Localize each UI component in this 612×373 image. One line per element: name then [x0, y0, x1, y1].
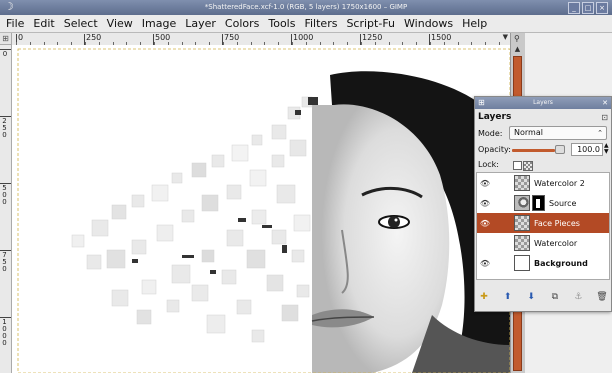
hruler-label: 1250: [362, 33, 383, 42]
duplicate-layer-icon[interactable]: ⧉: [548, 290, 562, 304]
close-button[interactable]: ×: [596, 2, 608, 14]
hruler-label: 1000: [293, 33, 314, 42]
window-controls: _ □ ×: [568, 2, 608, 14]
lower-layer-icon[interactable]: ⬇: [524, 290, 538, 304]
layer-row-watercolor[interactable]: Watercolor: [477, 233, 609, 253]
visibility-eye-icon[interactable]: 👁: [477, 199, 493, 208]
hruler-label: 500: [155, 33, 171, 42]
opacity-spinner-icon[interactable]: ▲ ▼: [604, 143, 609, 155]
menu-filters[interactable]: Filters: [301, 15, 340, 32]
visibility-eye-icon[interactable]: 👁: [477, 179, 493, 188]
vertical-ruler[interactable]: 0 250 500 750 1000: [0, 45, 12, 373]
layer-thumbnail: [514, 235, 530, 251]
menubar: File Edit Select View Image Layer Colors…: [0, 15, 612, 33]
visibility-eye-icon[interactable]: 👁: [477, 219, 493, 228]
lock-alpha-icon: [523, 161, 533, 171]
layer-name: Watercolor 2: [534, 178, 585, 188]
window-titlebar: ☽ *ShatteredFace.xcf-1.0 (RGB, 5 layers)…: [0, 0, 612, 15]
scroll-up-arrow[interactable]: ▲: [513, 45, 522, 54]
tab-menu-icon[interactable]: ⊡: [601, 113, 608, 122]
opacity-slider-handle[interactable]: [555, 145, 565, 154]
mode-label: Mode:: [478, 129, 503, 138]
menu-tools[interactable]: Tools: [265, 15, 298, 32]
visibility-eye-icon[interactable]: 👁: [477, 259, 493, 268]
layer-thumbnail: [514, 175, 530, 191]
delete-layer-icon[interactable]: 🗑: [595, 290, 609, 304]
layers-toolbar: ✚ ⬆ ⬇ ⧉ ⚓ 🗑: [477, 289, 609, 305]
chevron-updown-icon: ⌃: [597, 129, 603, 137]
hruler-label: 0: [18, 33, 24, 42]
dock-app-icon: ⊞: [478, 98, 485, 107]
layer-name: Background: [534, 258, 588, 268]
layer-row-source[interactable]: 👁 Source: [477, 193, 609, 213]
new-layer-icon[interactable]: ✚: [477, 290, 491, 304]
layer-row-background[interactable]: 👁 Background: [477, 253, 609, 273]
navigate-icon[interactable]: ▼: [503, 33, 508, 41]
menu-help[interactable]: Help: [459, 15, 490, 32]
lock-alpha-checkbox[interactable]: [513, 161, 522, 170]
layers-dock: ⊞ Layers ✕ Layers ⊡ Mode: Normal ⌃ Opaci…: [474, 96, 612, 312]
layer-name: Watercolor: [534, 238, 578, 248]
maximize-button[interactable]: □: [582, 2, 594, 14]
hruler-label: 250: [86, 33, 102, 42]
layer-thumbnail: [514, 195, 530, 211]
anchor-layer-icon[interactable]: ⚓: [571, 290, 585, 304]
window-title: *ShatteredFace.xcf-1.0 (RGB, 5 layers) 1…: [204, 3, 408, 11]
opacity-slider[interactable]: [512, 149, 555, 152]
layer-name: Face Pieces: [534, 218, 580, 228]
mode-dropdown[interactable]: Normal ⌃: [509, 126, 607, 140]
dock-title: Layers: [533, 99, 553, 106]
menu-image[interactable]: Image: [139, 15, 179, 32]
menu-colors[interactable]: Colors: [222, 15, 262, 32]
menu-layer[interactable]: Layer: [182, 15, 219, 32]
layer-list: 👁 Watercolor 2 👁 Source 👁 Face Pieces Wa…: [476, 172, 610, 280]
layer-name: Source: [549, 198, 577, 208]
zoom-image-icon[interactable]: ⚲: [514, 34, 520, 43]
quick-mask-toggle[interactable]: ⊞: [0, 33, 12, 45]
raise-layer-icon[interactable]: ⬆: [501, 290, 515, 304]
mode-value: Normal: [514, 128, 543, 137]
image-canvas[interactable]: [12, 45, 510, 373]
hruler-label: 750: [224, 33, 240, 42]
dock-close-icon[interactable]: ✕: [602, 97, 608, 109]
minimize-button[interactable]: _: [568, 2, 580, 14]
vruler-label: 250: [2, 117, 7, 139]
layers-header: Layers: [478, 112, 512, 122]
lock-label: Lock:: [478, 160, 499, 169]
menu-select[interactable]: Select: [61, 15, 101, 32]
menu-view[interactable]: View: [104, 15, 136, 32]
menu-file[interactable]: File: [3, 15, 27, 32]
vruler-label: 500: [2, 184, 7, 206]
hruler-label: 1500: [431, 33, 452, 42]
dock-titlebar[interactable]: ⊞ Layers ✕: [475, 97, 611, 109]
layer-mask-thumbnail: [532, 195, 545, 211]
layer-row-watercolor-2[interactable]: 👁 Watercolor 2: [477, 173, 609, 193]
vruler-label: 0: [2, 50, 8, 58]
gimp-app-icon[interactable]: ☽: [4, 1, 14, 13]
menu-windows[interactable]: Windows: [401, 15, 456, 32]
vruler-label: 750: [2, 251, 7, 273]
layer-row-face-pieces[interactable]: 👁 Face Pieces: [477, 213, 609, 233]
opacity-label: Opacity:: [478, 145, 511, 154]
layer-thumbnail: [514, 215, 530, 231]
opacity-input[interactable]: 100.0: [571, 143, 603, 156]
menu-edit[interactable]: Edit: [30, 15, 57, 32]
vruler-label: 1000: [2, 318, 7, 347]
shattered-face-artwork: [12, 45, 510, 373]
layer-thumbnail: [514, 255, 530, 271]
menu-script-fu[interactable]: Script-Fu: [343, 15, 398, 32]
